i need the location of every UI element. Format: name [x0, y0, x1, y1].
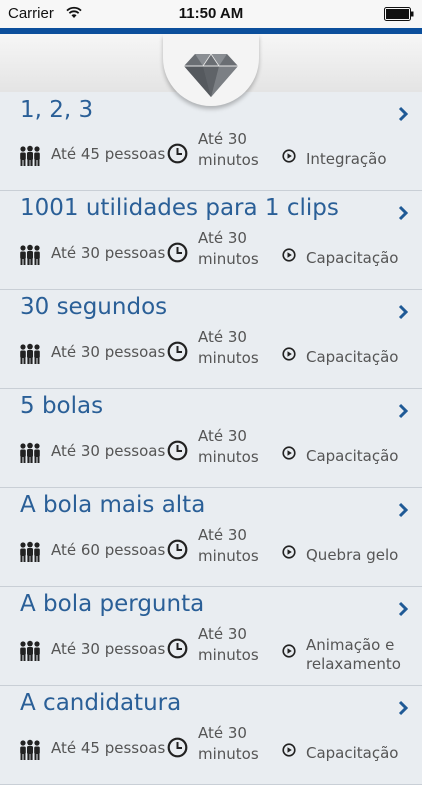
duration-line-1: Até 30: [198, 427, 247, 445]
list-item[interactable]: A bola mais alta Até 60 pessoas Até 30 minu…: [0, 488, 422, 587]
list-item[interactable]: 5 bolas Até 30 pessoas Até 30 minutos Capaci…: [0, 389, 422, 488]
category-label: Capacitação: [306, 348, 416, 367]
category-line-1: Capacitação: [306, 744, 399, 762]
duration-label: Até 30 minutos: [198, 723, 278, 765]
list-item[interactable]: 30 segundos Até 30 pessoas Até 30 minutos Ca…: [0, 290, 422, 389]
duration-line-2: minutos: [198, 250, 259, 268]
play-circle-icon: [282, 643, 296, 662]
people-icon: [19, 541, 41, 567]
duration-line-2: minutos: [198, 745, 259, 763]
clock-icon: [167, 143, 188, 168]
category-label: Capacitação: [306, 249, 416, 268]
play-circle-icon: [282, 247, 296, 266]
duration-line-1: Até 30: [198, 229, 247, 247]
play-circle-icon: [282, 445, 296, 464]
list-item[interactable]: 1001 utilidades para 1 clips Até 30 pesso…: [0, 191, 422, 290]
participants-label: Até 60 pessoas: [51, 541, 166, 559]
clock-icon: [167, 242, 188, 267]
play-circle-icon: [282, 742, 296, 761]
duration-label: Até 30 minutos: [198, 624, 278, 666]
chevron-right-icon: [398, 601, 409, 621]
activity-title: A bola pergunta: [20, 591, 205, 617]
duration-label: Até 30 minutos: [198, 228, 278, 270]
chevron-right-icon: [398, 502, 409, 522]
participants-label: Até 30 pessoas: [51, 343, 166, 361]
activity-title: 1001 utilidades para 1 clips: [20, 195, 339, 221]
category-line-1: Integração: [306, 150, 387, 168]
activity-title: A candidatura: [20, 690, 182, 716]
play-circle-icon: [282, 148, 296, 167]
chevron-right-icon: [398, 304, 409, 324]
activity-title: 5 bolas: [20, 393, 104, 419]
duration-label: Até 30 minutos: [198, 525, 278, 567]
category-line-1: Capacitação: [306, 447, 399, 465]
duration-line-1: Até 30: [198, 724, 247, 742]
people-icon: [19, 244, 41, 270]
category-label: Capacitação: [306, 447, 416, 466]
play-circle-icon: [282, 544, 296, 563]
duration-line-1: Até 30: [198, 328, 247, 346]
duration-line-2: minutos: [198, 151, 259, 169]
status-bar: Carrier 11:50 AM: [0, 0, 422, 28]
category-label: Capacitação: [306, 744, 416, 763]
duration-line-1: Até 30: [198, 625, 247, 643]
activity-list: 1, 2, 3 Até 45 pessoas Até 30 minutos Integr…: [0, 92, 422, 785]
duration-line-2: minutos: [198, 349, 259, 367]
duration-line-1: Até 30: [198, 526, 247, 544]
participants-label: Até 30 pessoas: [51, 442, 166, 460]
people-icon: [19, 442, 41, 468]
play-circle-icon: [282, 346, 296, 365]
status-time: 11:50 AM: [178, 5, 244, 22]
chevron-right-icon: [398, 205, 409, 225]
list-item[interactable]: A candidatura Até 45 pessoas Até 30 minutos…: [0, 686, 422, 785]
category-label: Animação e relaxamento: [306, 636, 416, 674]
category-line-1: Quebra gelo: [306, 546, 399, 564]
list-item[interactable]: A bola pergunta Até 30 pessoas Até 30 minut…: [0, 587, 422, 686]
category-label: Quebra gelo: [306, 546, 416, 565]
people-icon: [19, 739, 41, 765]
participants-label: Até 45 pessoas: [51, 739, 166, 757]
duration-label: Até 30 minutos: [198, 129, 278, 171]
chevron-right-icon: [398, 106, 409, 126]
participants-label: Até 30 pessoas: [51, 244, 166, 262]
participants-label: Até 30 pessoas: [51, 640, 166, 658]
duration-line-1: Até 30: [198, 130, 247, 148]
people-icon: [19, 145, 41, 171]
duration-line-2: minutos: [198, 448, 259, 466]
clock-icon: [167, 638, 188, 663]
clock-icon: [167, 539, 188, 564]
category-label: Integração: [306, 150, 416, 169]
category-line-2: relaxamento: [306, 655, 401, 673]
participants-label: Até 45 pessoas: [51, 145, 166, 163]
duration-line-2: minutos: [198, 646, 259, 664]
category-line-1: Capacitação: [306, 348, 399, 366]
clock-icon: [167, 341, 188, 366]
activity-title: A bola mais alta: [20, 492, 206, 518]
battery-icon: [384, 7, 414, 21]
activity-title: 1, 2, 3: [20, 97, 94, 123]
chevron-right-icon: [398, 403, 409, 423]
category-line-1: Animação e: [306, 636, 395, 654]
people-icon: [19, 343, 41, 369]
category-line-1: Capacitação: [306, 249, 399, 267]
duration-label: Até 30 minutos: [198, 327, 278, 369]
clock-icon: [167, 440, 188, 465]
chevron-right-icon: [398, 700, 409, 720]
people-icon: [19, 640, 41, 666]
list-item[interactable]: 1, 2, 3 Até 45 pessoas Até 30 minutos Integr…: [0, 92, 422, 191]
duration-line-2: minutos: [198, 547, 259, 565]
duration-label: Até 30 minutos: [198, 426, 278, 468]
diamond-icon: [184, 53, 238, 97]
activity-title: 30 segundos: [20, 294, 168, 320]
